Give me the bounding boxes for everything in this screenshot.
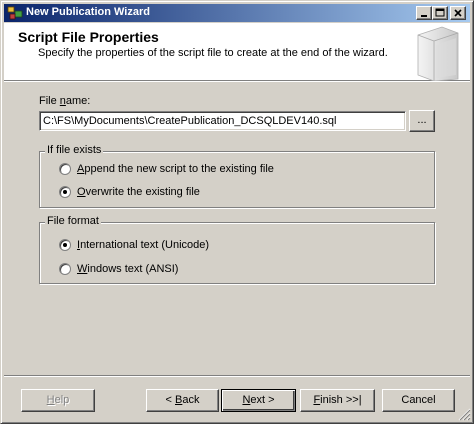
if-file-exists-group: If file exists: [39, 144, 435, 208]
back-text: ack: [182, 394, 200, 406]
unicode-option-label[interactable]: International text (Unicode): [77, 239, 209, 251]
file-name-label: File name:: [39, 95, 90, 107]
finish-button[interactable]: Finish >>|: [300, 389, 375, 412]
back-prefix: <: [165, 394, 175, 406]
next-button[interactable]: Next >: [221, 389, 296, 412]
radio-selected-dot: [63, 243, 67, 247]
append-radio[interactable]: [59, 163, 71, 175]
size-grip-icon[interactable]: [458, 408, 471, 421]
wizard-window: New Publication Wizard Script File Prope…: [0, 0, 474, 424]
help-button[interactable]: Help: [21, 389, 95, 412]
minimize-icon: [421, 15, 427, 17]
page-subtitle: Specify the properties of the script fil…: [38, 47, 388, 59]
append-option-label[interactable]: Append the new script to the existing fi…: [77, 163, 274, 175]
window-title: New Publication Wizard: [26, 6, 150, 18]
maximize-icon: [435, 8, 445, 17]
overwrite-text: verwrite the existing file: [85, 186, 200, 198]
overwrite-option-label[interactable]: Overwrite the existing file: [77, 186, 200, 198]
file-name-label-suffix: ame:: [65, 95, 91, 107]
back-button[interactable]: < Back: [146, 389, 219, 412]
maximize-button[interactable]: [432, 6, 448, 20]
title-bar[interactable]: New Publication Wizard: [4, 4, 470, 22]
button-separator: [4, 375, 470, 377]
overwrite-accel: O: [77, 186, 86, 198]
if-file-exists-legend: If file exists: [45, 144, 104, 156]
next-text: ext >: [250, 394, 275, 406]
ansi-option-label[interactable]: Windows text (ANSI): [77, 263, 178, 275]
wizard-graphic: [417, 26, 459, 81]
finish-text: inish >>|: [320, 394, 362, 406]
close-icon: [454, 9, 462, 17]
wizard-header: Script File Properties Specify the prope…: [4, 23, 470, 81]
page-title: Script File Properties: [18, 29, 159, 45]
file-format-legend: File format: [45, 215, 101, 227]
file-name-label-prefix: File: [39, 95, 60, 107]
overwrite-radio[interactable]: [59, 186, 71, 198]
ansi-accel: W: [77, 263, 88, 275]
browse-button[interactable]: ...: [409, 110, 435, 132]
radio-selected-dot: [63, 190, 67, 194]
close-button[interactable]: [450, 6, 466, 20]
ansi-text: indows text (ANSI): [87, 263, 179, 275]
ansi-radio[interactable]: [59, 263, 71, 275]
cancel-button[interactable]: Cancel: [382, 389, 455, 412]
minimize-button[interactable]: [416, 6, 432, 20]
help-accel: H: [46, 394, 55, 406]
help-text: elp: [54, 394, 70, 406]
append-text: ppend the new script to the existing fil…: [84, 163, 274, 175]
file-name-input[interactable]: C:\FS\MyDocuments\CreatePublication_DCSQ…: [39, 111, 406, 131]
app-icon: [7, 6, 23, 20]
unicode-text: nternational text (Unicode): [80, 239, 210, 251]
unicode-radio[interactable]: [59, 239, 71, 251]
